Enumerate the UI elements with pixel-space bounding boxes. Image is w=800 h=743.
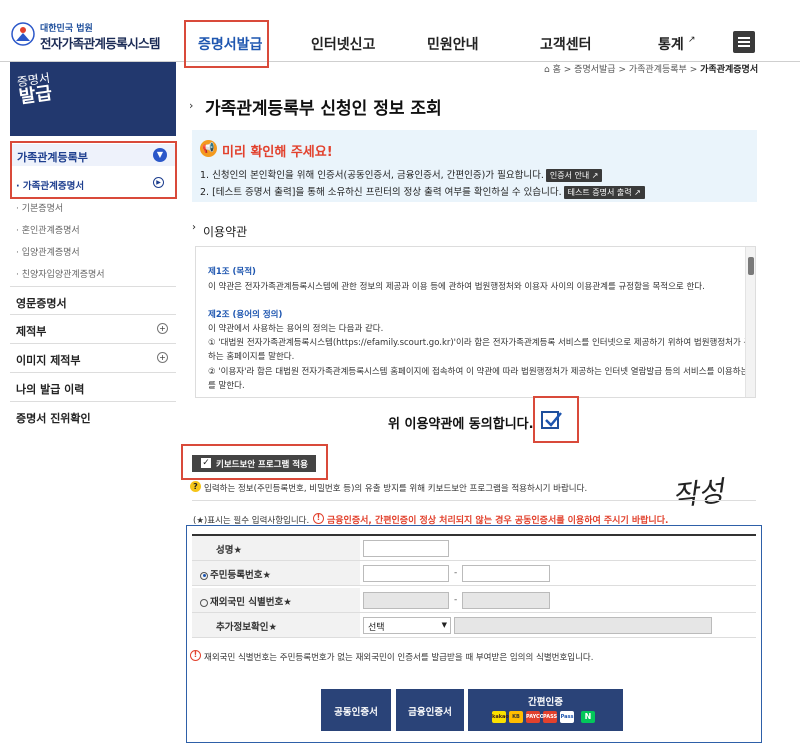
- rrn-label: 주민등록번호★: [210, 570, 271, 581]
- warning-icon: !: [313, 513, 324, 524]
- sidebar-menu-verify-cert[interactable]: 증명서 진위확인: [10, 401, 176, 429]
- sidebar-banner: 증명서 발급: [10, 62, 176, 136]
- foreigner-back-input[interactable]: [462, 592, 550, 609]
- foreigner-front-input[interactable]: [363, 592, 449, 609]
- external-link-icon: ↗: [688, 35, 696, 45]
- name-label: 성명★: [216, 545, 242, 556]
- megaphone-icon: 📢: [200, 140, 217, 157]
- cert-guide-button[interactable]: 인증서 안내 ↗: [545, 169, 603, 182]
- nav-customer-center[interactable]: 고객센터: [540, 34, 592, 54]
- breadcrumb: ⌂ 홈 > 증명서발급 > 가족관계등록부 > 가족관계증명서: [544, 65, 759, 75]
- court-emblem-icon: [11, 22, 35, 46]
- rrn-back-input[interactable]: [462, 565, 550, 582]
- nav-online-report[interactable]: 인터넷신고: [311, 34, 375, 54]
- sidebar-menu-image-register[interactable]: 이미지 제적부 +: [10, 343, 176, 371]
- extra-label: 추가정보확인★: [216, 622, 277, 633]
- agree-label: 위 이용약관에 동의합니다.: [388, 417, 534, 432]
- title-chevron-icon: ›: [189, 99, 194, 112]
- form-row-foreigner: 재외국민 식별번호★ -: [192, 588, 756, 613]
- sidebar-item-basic-cert[interactable]: · 기본증명서: [16, 201, 63, 214]
- pass2-logo-icon: Pass: [560, 711, 574, 723]
- extra-input[interactable]: [454, 617, 712, 634]
- page-title: 가족관계등록부 신청인 정보 조회: [205, 99, 442, 119]
- sidebar-menu-english-cert[interactable]: 영문증명서: [10, 286, 176, 314]
- financial-cert-button[interactable]: 금융인증서: [396, 689, 464, 731]
- notice-title: 미리 확인해 주세요!: [222, 145, 333, 160]
- keyboard-info: 입력하는 정보(주민등록번호, 비밀번호 등)의 유출 방지를 위해 키보드보안…: [204, 484, 588, 494]
- handwritten-note: 작성: [670, 474, 726, 513]
- required-note: (★)표시는 필수 입력사항입니다.: [193, 516, 310, 526]
- simple-auth-button[interactable]: 간편인증 kakao KB PAYCO PASS Pass N: [468, 689, 623, 731]
- sidebar-menu-my-history[interactable]: 나의 발급 이력: [10, 372, 176, 400]
- menu-button[interactable]: [733, 31, 755, 53]
- section-chevron-icon: ›: [192, 222, 196, 233]
- highlight-keyboard: [181, 444, 328, 480]
- sidebar-menu-removed-register[interactable]: 제적부 +: [10, 314, 176, 342]
- notice-box: 📢 미리 확인해 주세요! 1. 신청인의 본인확인을 위해 인증서(공동인증서…: [192, 130, 757, 202]
- extra-select[interactable]: 선택 ▼: [363, 617, 451, 634]
- highlight-agree: [533, 396, 579, 443]
- terms-scrollbar[interactable]: [745, 247, 755, 397]
- rrn-radio[interactable]: [200, 571, 208, 580]
- notice-line2: 2. [테스트 증명서 출력]을 통해 소유하신 프린터의 정상 출력 여부를 …: [200, 184, 645, 199]
- terms-section-title: 이용약관: [203, 225, 248, 239]
- test-print-button[interactable]: 테스트 증명서 출력 ↗: [563, 186, 645, 199]
- form-row-extra: 추가정보확인★ 선택 ▼: [192, 613, 756, 638]
- divider: [192, 500, 756, 501]
- form-row-name: 성명★: [192, 536, 756, 561]
- sidebar-item-adoption-cert[interactable]: · 입양관계증명서: [16, 245, 80, 258]
- sidebar-item-marriage-cert[interactable]: · 혼인관계증명서: [16, 223, 80, 236]
- kb-logo-icon: KB: [509, 711, 523, 723]
- question-icon: ?: [190, 481, 201, 492]
- pass-logo-icon: PASS: [543, 711, 557, 723]
- notice-line1: 1. 신청인의 본인확인을 위해 인증서(공동인증서, 금융인증서, 간편인증)…: [200, 167, 603, 182]
- form-row-rrn: 주민등록번호★ -: [192, 561, 756, 586]
- select-arrow-icon: ▼: [441, 621, 447, 629]
- plus-circle-icon[interactable]: +: [157, 323, 168, 334]
- nav-statistics[interactable]: 통계: [658, 34, 684, 54]
- payco-logo-icon: PAYCO: [526, 711, 544, 723]
- plus-circle-icon[interactable]: +: [157, 352, 168, 363]
- highlight-sidebar: [10, 141, 177, 199]
- joint-cert-button[interactable]: 공동인증서: [321, 689, 391, 731]
- foreigner-radio[interactable]: [200, 598, 208, 607]
- header: 대한민국 법원 전자가족관계등록시스템 증명서발급 인터넷신고 민원안내 고객센…: [0, 0, 800, 62]
- name-input[interactable]: [363, 540, 449, 557]
- naver-logo-icon: N: [581, 711, 595, 723]
- nav-civil-guide[interactable]: 민원안내: [427, 34, 479, 54]
- system-name[interactable]: 전자가족관계등록시스템: [40, 33, 161, 52]
- terms-textbox[interactable]: 제1조 (목적) 이 약관은 전자가족관계등록시스템에 관한 정보의 제공과 이…: [195, 246, 756, 398]
- rrn-front-input[interactable]: [363, 565, 449, 582]
- highlight-nav: [184, 20, 269, 68]
- foreigner-label: 재외국민 식별번호★: [210, 597, 292, 608]
- kakao-logo-icon: kakao: [492, 711, 509, 723]
- home-icon[interactable]: ⌂: [544, 65, 550, 75]
- warning-icon: !: [190, 650, 201, 661]
- applicant-form: 성명★ 주민등록번호★ - 재외국민 식별번호★ - 추가정보확인★ 선택 ▼: [192, 534, 756, 638]
- foreigner-note: 재외국민 식별번호는 주민등록번호가 없는 재외국민이 인증서를 발급받을 때 …: [204, 653, 594, 663]
- sidebar-item-full-adoption-cert[interactable]: · 친양자입양관계증명서: [16, 267, 105, 280]
- cert-warning: 금융인증서, 간편인증이 정상 처리되지 않는 경우 공동인증서를 이용하여 주…: [327, 516, 669, 526]
